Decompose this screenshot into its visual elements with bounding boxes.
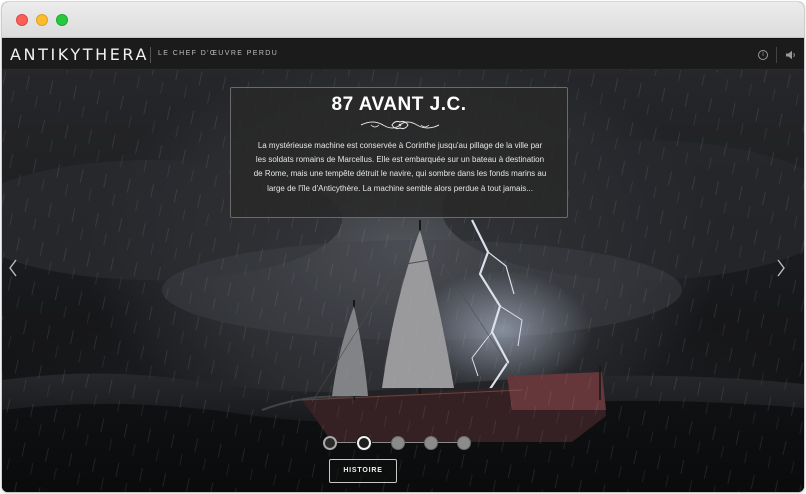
story-info-panel: 87 AVANT J.C. La mystérieuse machine est… <box>230 87 568 218</box>
maximize-window-button[interactable] <box>56 14 68 26</box>
speaker-icon[interactable] <box>785 50 797 60</box>
histoire-button[interactable]: HISTOIRE <box>329 459 397 483</box>
chevron-left-icon[interactable] <box>8 258 18 278</box>
site-logo[interactable]: ANTIKYTHERA <box>10 45 149 64</box>
browser-window: ANTIKYTHERA LE CHEF D'ŒUVRE PERDU i 87 A… <box>2 2 804 492</box>
timeline-nav <box>322 435 472 451</box>
story-text: La mystérieuse machine est conservée à C… <box>253 141 547 193</box>
icon-divider <box>776 47 777 63</box>
story-stage: 87 AVANT J.C. La mystérieuse machine est… <box>2 70 804 492</box>
minimize-window-button[interactable] <box>36 14 48 26</box>
timeline-step-3[interactable] <box>391 436 405 450</box>
timeline-step-1[interactable] <box>323 436 337 450</box>
window-titlebar <box>2 2 804 38</box>
chevron-right-icon[interactable] <box>776 258 786 278</box>
timeline-step-2[interactable] <box>357 436 371 450</box>
story-title: 87 AVANT J.C. <box>331 94 467 115</box>
info-icon[interactable]: i <box>758 50 768 60</box>
close-window-button[interactable] <box>16 14 28 26</box>
timeline-step-4[interactable] <box>424 436 438 450</box>
site-tagline: LE CHEF D'ŒUVRE PERDU <box>158 50 279 57</box>
site-header: ANTIKYTHERA LE CHEF D'ŒUVRE PERDU i <box>2 39 804 70</box>
flourish-ornament-icon <box>360 120 440 130</box>
timeline-step-5[interactable] <box>457 436 471 450</box>
header-divider <box>150 47 151 63</box>
